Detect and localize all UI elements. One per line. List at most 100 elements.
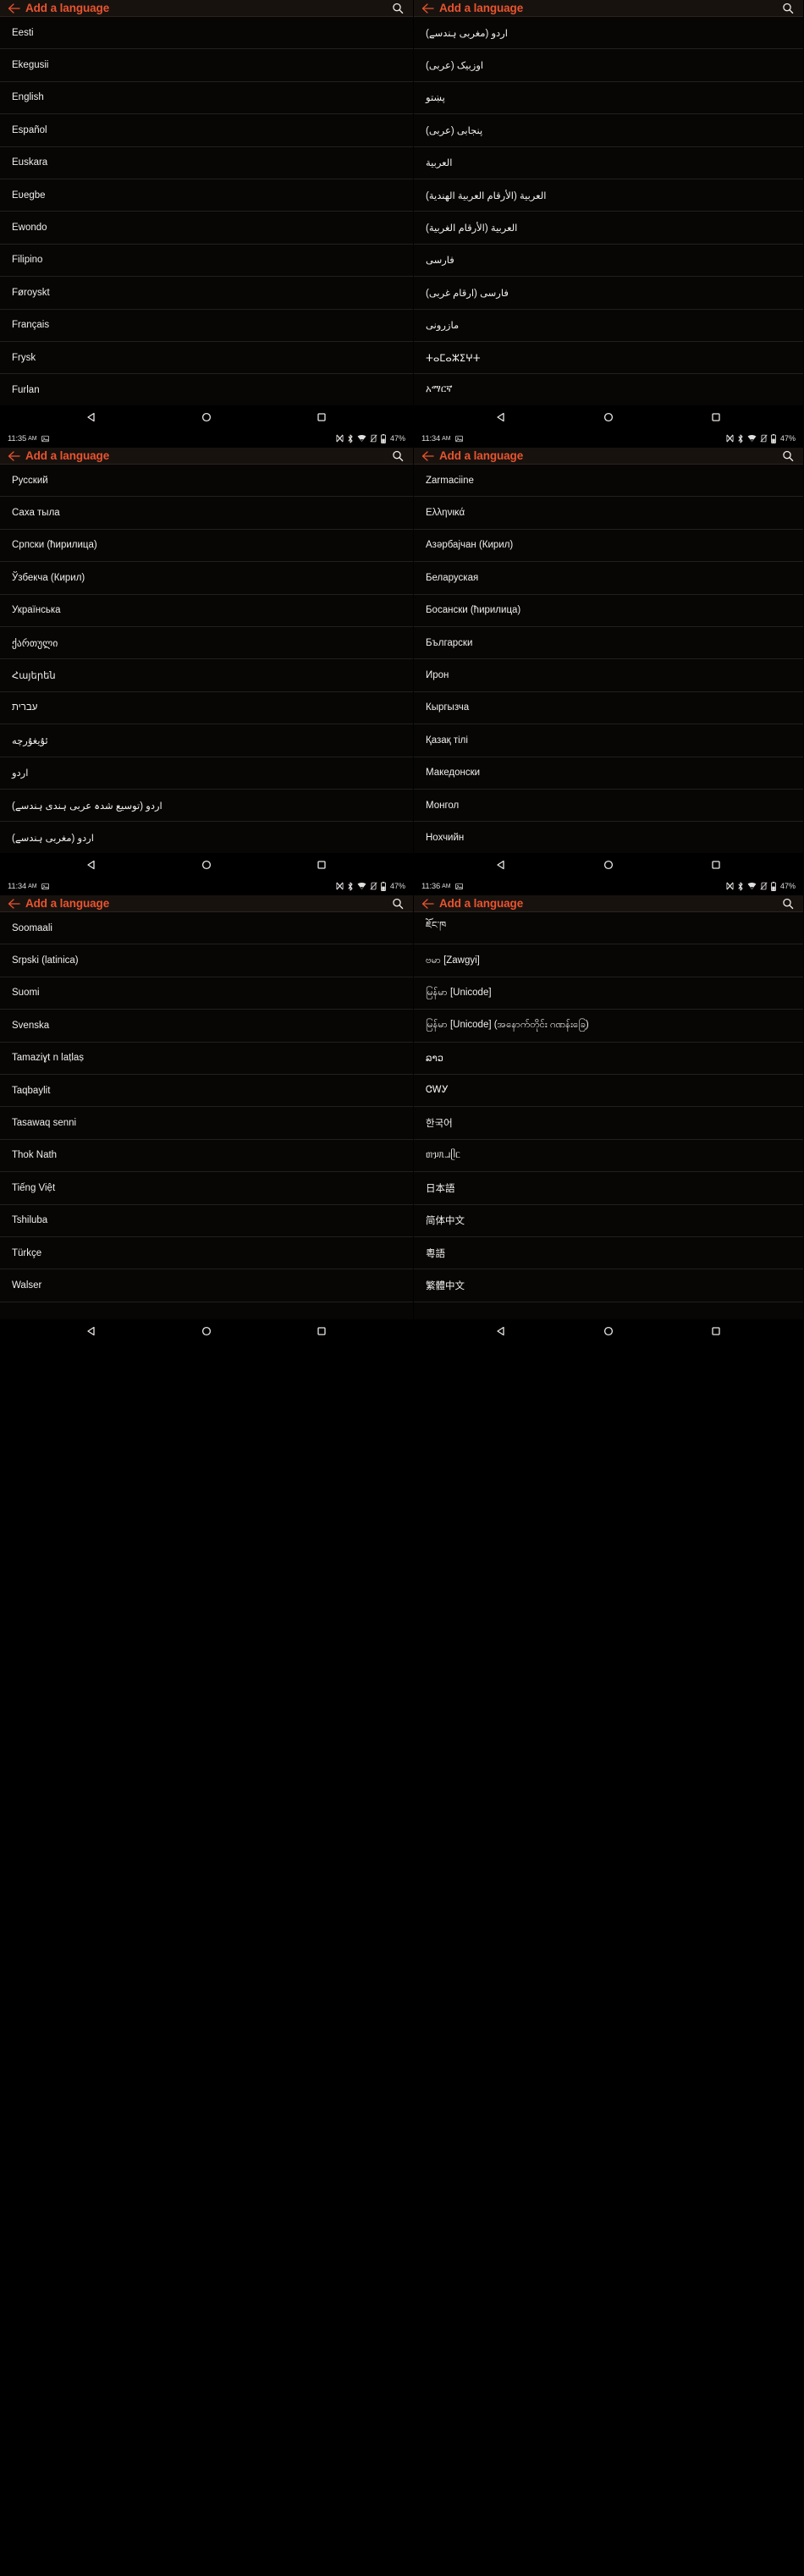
list-item[interactable]: اردو (مغربی ہندسے) (414, 17, 803, 50)
back-arrow-icon[interactable] (7, 449, 22, 463)
list-item[interactable]: ཇོང་ཁ (414, 912, 803, 945)
nav-back-triangle-icon[interactable] (495, 859, 507, 871)
nav-back-triangle-icon[interactable] (85, 859, 97, 871)
list-item[interactable]: Азәрбајчан (Кирил) (414, 530, 803, 563)
nav-recents-square-icon[interactable] (316, 859, 328, 871)
list-item[interactable]: Монгол (414, 790, 803, 823)
list-item[interactable]: 繁體中文 (414, 1269, 803, 1302)
list-item[interactable]: Ирон (414, 659, 803, 692)
list-item[interactable]: Filipino (0, 245, 413, 278)
list-item[interactable]: فارسی (ارقام غربی) (414, 277, 803, 310)
language-list-6[interactable]: ཇོང་ཁ ဗမာ [Zawgyi] မြန်မာ [Unicode] မြန်… (414, 912, 803, 1319)
list-item[interactable]: Español (0, 114, 413, 147)
list-item[interactable]: Türkçe (0, 1237, 413, 1270)
list-item[interactable]: Беларуская (414, 562, 803, 595)
list-item[interactable]: العربية (الأرقام الغربية) (414, 212, 803, 245)
nav-home-circle-icon[interactable] (201, 859, 212, 871)
list-item[interactable]: አማርኛ (414, 374, 803, 405)
language-list-4[interactable]: Zarmaciine Ελληνικά Азәрбајчан (Кирил) Б… (414, 465, 803, 853)
language-list-5[interactable]: Soomaali Srpski (latinica) Suomi Svenska… (0, 912, 413, 1319)
list-item[interactable]: Walser (0, 1269, 413, 1302)
list-item[interactable]: مازرونی (414, 310, 803, 342)
list-item[interactable]: Srpski (latinica) (0, 944, 413, 977)
list-item[interactable]: မြန်မာ [Unicode] (အနောက်တိုင်း ဂဏန်းခြေ) (414, 1010, 803, 1043)
nav-back-triangle-icon[interactable] (85, 411, 97, 423)
list-item[interactable]: Tshiluba (0, 1205, 413, 1237)
nav-recents-square-icon[interactable] (710, 411, 722, 423)
list-item[interactable]: Français (0, 310, 413, 342)
nav-home-circle-icon[interactable] (201, 1325, 212, 1337)
list-item[interactable]: Ελληνικά (414, 497, 803, 530)
list-item[interactable]: اردو (0, 757, 413, 790)
back-arrow-icon[interactable] (421, 897, 436, 911)
list-item[interactable]: فارسی (414, 245, 803, 278)
back-arrow-icon[interactable] (421, 2, 436, 15)
list-item[interactable]: پنجابی (عربی) (414, 114, 803, 147)
list-item[interactable]: Босански (ћирилица) (414, 595, 803, 627)
language-list-1[interactable]: Eesti Ekegusii English Español Euskara E… (0, 17, 413, 405)
nav-recents-square-icon[interactable] (710, 1325, 722, 1337)
nav-home-circle-icon[interactable] (201, 411, 212, 423)
list-item[interactable]: اردو (توسیع شدہ عربی ہندی ہندسے) (0, 790, 413, 823)
list-item[interactable]: ئۇيغۇرچە (0, 724, 413, 757)
nav-home-circle-icon[interactable] (603, 859, 614, 871)
nav-back-triangle-icon[interactable] (85, 1325, 97, 1337)
list-item[interactable]: Հայերեն (0, 659, 413, 692)
list-item[interactable]: ⵜⴰⵎⴰⵣⵉⵖⵜ (414, 342, 803, 375)
list-item[interactable]: پښتو (414, 82, 803, 115)
list-item[interactable]: Ewondo (0, 212, 413, 245)
list-item[interactable]: Саха тыла (0, 497, 413, 530)
list-item[interactable]: Македонски (414, 757, 803, 790)
list-item[interactable]: ᥖᥭᥰᥘᥫᥴ (414, 1140, 803, 1173)
list-item[interactable]: Zarmaciine (414, 465, 803, 498)
list-item[interactable]: Frysk (0, 342, 413, 375)
search-icon[interactable] (391, 897, 405, 911)
list-item[interactable]: 한국어 (414, 1107, 803, 1140)
list-item[interactable]: Ўзбекча (Кирил) (0, 562, 413, 595)
list-item[interactable]: Eesti (0, 17, 413, 50)
list-item[interactable]: Български (414, 627, 803, 660)
list-item[interactable]: English (0, 82, 413, 115)
search-icon[interactable] (391, 2, 405, 15)
list-item[interactable]: 日本語 (414, 1172, 803, 1205)
list-item[interactable]: العربية (414, 147, 803, 179)
list-item[interactable]: Svenska (0, 1010, 413, 1043)
list-item[interactable]: Taqbaylit (0, 1075, 413, 1108)
list-item[interactable]: Suomi (0, 977, 413, 1010)
list-item[interactable]: Soomaali (0, 912, 413, 945)
nav-home-circle-icon[interactable] (603, 411, 614, 423)
back-arrow-icon[interactable] (421, 449, 436, 463)
list-item[interactable]: Føroyskt (0, 277, 413, 310)
list-item[interactable]: 简体中文 (414, 1205, 803, 1237)
search-icon[interactable] (781, 897, 795, 911)
nav-recents-square-icon[interactable] (316, 1325, 328, 1337)
list-item[interactable]: Нохчийн (414, 822, 803, 853)
nav-recents-square-icon[interactable] (316, 411, 328, 423)
list-item[interactable]: Tasawaq senni (0, 1107, 413, 1140)
search-icon[interactable] (391, 449, 405, 463)
search-icon[interactable] (781, 449, 795, 463)
list-item[interactable]: Кыргызча (414, 692, 803, 725)
nav-recents-square-icon[interactable] (710, 859, 722, 871)
nav-back-triangle-icon[interactable] (495, 411, 507, 423)
list-item[interactable]: 粵語 (414, 1237, 803, 1270)
list-item[interactable]: Српски (ћирилица) (0, 530, 413, 563)
list-item[interactable]: Thok Nath (0, 1140, 413, 1173)
list-item[interactable]: اردو (مغربی ہندسے) (0, 822, 413, 853)
list-item[interactable]: ᏣᎳᎩ (414, 1075, 803, 1108)
language-list-2[interactable]: اردو (مغربی ہندسے) اوزبیک (عربی) پښتو پن… (414, 17, 803, 405)
list-item[interactable]: اوزبیک (عربی) (414, 49, 803, 82)
list-item[interactable]: Українська (0, 595, 413, 627)
list-item[interactable]: العربية (الأرقام العربية الهندية) (414, 179, 803, 212)
list-item[interactable]: Қазақ тілі (414, 724, 803, 757)
back-arrow-icon[interactable] (7, 2, 22, 15)
list-item[interactable]: עברית (0, 692, 413, 725)
language-list-3[interactable]: Русский Саха тыла Српски (ћирилица) Ўзбе… (0, 465, 413, 853)
list-item[interactable]: ລາວ (414, 1043, 803, 1075)
nav-back-triangle-icon[interactable] (495, 1325, 507, 1337)
list-item[interactable]: ဗမာ [Zawgyi] (414, 944, 803, 977)
list-item[interactable]: Ekegusii (0, 49, 413, 82)
list-item[interactable]: ქართული (0, 627, 413, 660)
search-icon[interactable] (781, 2, 795, 15)
list-item[interactable]: Eʋegbe (0, 179, 413, 212)
